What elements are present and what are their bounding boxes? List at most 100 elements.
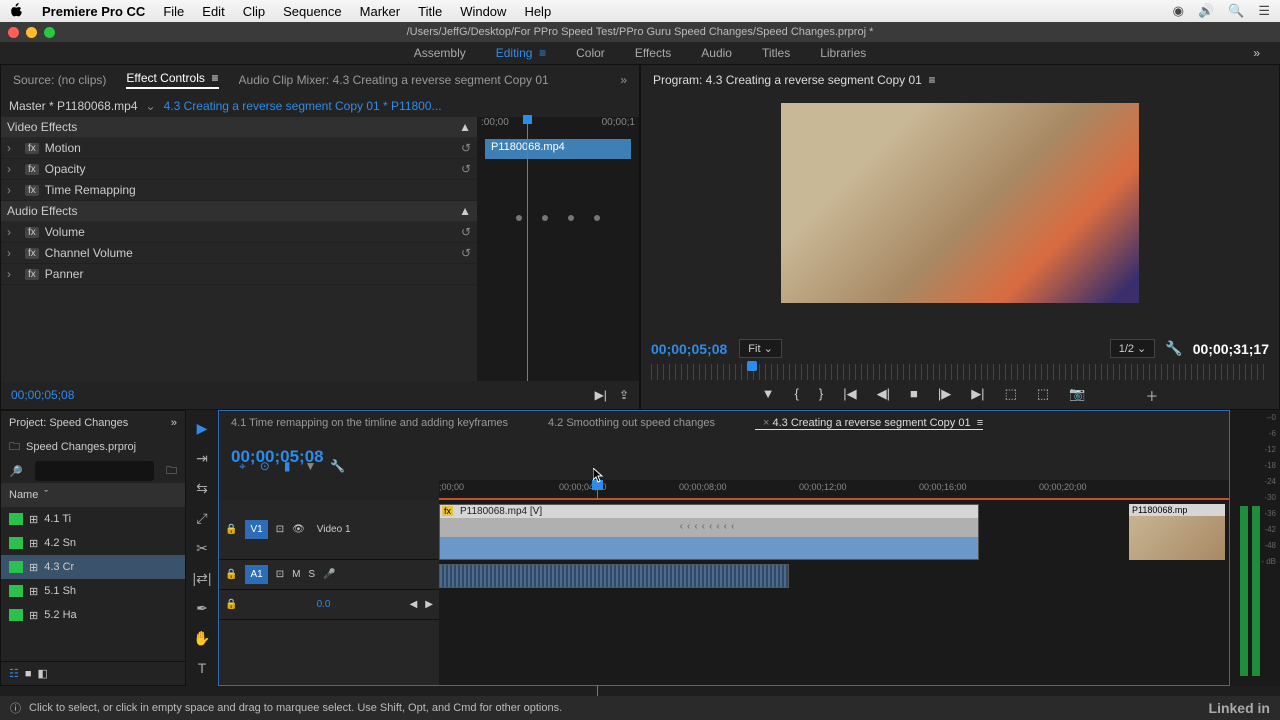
- ws-overflow-icon[interactable]: »: [1253, 46, 1260, 60]
- list-item[interactable]: ⊞4.1 Ti: [1, 507, 185, 531]
- ws-editing[interactable]: Editing ≡: [496, 46, 546, 60]
- menu-edit[interactable]: Edit: [202, 4, 224, 19]
- tab-audio-mixer[interactable]: Audio Clip Mixer: 4.3 Creating a reverse…: [239, 73, 549, 87]
- extract-icon[interactable]: ⬚: [1037, 386, 1049, 405]
- menu-marker[interactable]: Marker: [360, 4, 400, 19]
- settings-icon[interactable]: 🔧: [1165, 340, 1182, 357]
- mark-in-icon[interactable]: ▼: [762, 386, 775, 405]
- track-select-tool[interactable]: ⇥: [192, 448, 212, 468]
- tab-effect-controls[interactable]: Effect Controls ≡: [126, 71, 218, 89]
- toggle-output-icon[interactable]: ⊡: [276, 524, 284, 535]
- project-file[interactable]: Speed Changes.prproj: [26, 441, 136, 453]
- zoom-fit-select[interactable]: Fit ⌄: [739, 339, 782, 358]
- search-icon[interactable]: 🔎: [9, 465, 23, 478]
- reset-icon[interactable]: ↺: [461, 225, 471, 239]
- timeline-ruler[interactable]: ;00;00 00;00;04;00 00;00;08;00 00;00;12;…: [439, 480, 1229, 500]
- voice-over-icon[interactable]: 🎤: [323, 569, 335, 580]
- notification-icon[interactable]: ☰: [1258, 3, 1270, 19]
- lock-icon[interactable]: 🔒: [225, 569, 237, 580]
- time-remap-band[interactable]: [440, 537, 978, 559]
- linked-selection-icon[interactable]: ⊙: [260, 459, 270, 474]
- rate-stretch-tool[interactable]: ⤢: [192, 508, 212, 528]
- dropdown-icon[interactable]: ⌄: [146, 99, 156, 113]
- sort-icon[interactable]: ˇ: [44, 489, 48, 501]
- video-effects-header[interactable]: Video Effects▲: [1, 117, 477, 138]
- play-only-icon[interactable]: ▶|: [595, 388, 607, 402]
- ws-assembly[interactable]: Assembly: [414, 46, 466, 60]
- eye-icon[interactable]: 👁: [292, 524, 305, 535]
- track-master-header[interactable]: 🔒 0.0 ◀ ▶: [219, 590, 439, 620]
- program-scrubber[interactable]: [651, 364, 1269, 380]
- menu-window[interactable]: Window: [460, 4, 506, 19]
- timeline-tracks-area[interactable]: fx P1180068.mp4 [V] ‹‹‹‹‹‹‹‹ P1180068.mp: [439, 500, 1229, 685]
- audio-clip[interactable]: [439, 564, 789, 588]
- export-frame-icon[interactable]: 📷: [1069, 386, 1085, 405]
- project-title[interactable]: Project: Speed Changes: [9, 417, 128, 429]
- video-clip[interactable]: fx P1180068.mp4 [V] ‹‹‹‹‹‹‹‹: [439, 504, 979, 560]
- go-in-icon[interactable]: |◀: [843, 386, 856, 405]
- a1-target[interactable]: A1: [245, 565, 267, 584]
- apple-icon[interactable]: [10, 3, 24, 20]
- menu-sequence[interactable]: Sequence: [283, 4, 342, 19]
- fx-channel-volume[interactable]: ›fxChannel Volume↺: [1, 243, 477, 264]
- razor-tool[interactable]: ✂: [192, 538, 212, 558]
- ec-master-label[interactable]: Master * P1180068.mp4: [9, 99, 138, 113]
- resolution-select[interactable]: 1/2 ⌄: [1110, 339, 1156, 358]
- icon-view-icon[interactable]: ■: [25, 668, 32, 680]
- lock-icon[interactable]: 🔒: [225, 599, 237, 610]
- snap-icon[interactable]: ⌖: [239, 459, 246, 474]
- fx-time-remapping[interactable]: ›fxTime Remapping: [1, 180, 477, 201]
- play-button[interactable]: ■: [910, 386, 918, 405]
- go-out-icon[interactable]: ▶|: [971, 386, 984, 405]
- audio-effects-header[interactable]: Audio Effects▲: [1, 201, 477, 222]
- keyframe-dots[interactable]: [477, 215, 639, 221]
- list-item[interactable]: ⊞4.2 Sn: [1, 531, 185, 555]
- spotlight-icon[interactable]: 🔍: [1228, 3, 1244, 19]
- lift-icon[interactable]: ⬚: [1005, 386, 1017, 405]
- ec-playhead[interactable]: [527, 119, 528, 381]
- ws-libraries[interactable]: Libraries: [820, 46, 866, 60]
- step-fwd-icon[interactable]: |▶: [938, 386, 951, 405]
- name-column[interactable]: Name: [9, 489, 38, 501]
- seq-tab[interactable]: 4.1 Time remapping on the timline and ad…: [231, 417, 508, 429]
- toggle-output-icon[interactable]: ⊡: [276, 569, 284, 580]
- collapse-icon[interactable]: ▲: [459, 204, 471, 218]
- pen-tool[interactable]: ✒: [192, 598, 212, 618]
- collapse-icon[interactable]: ▲: [459, 120, 471, 134]
- fx-opacity[interactable]: ›fxOpacity↺: [1, 159, 477, 180]
- marker-icon[interactable]: ▮: [284, 459, 291, 474]
- program-viewport[interactable]: [641, 95, 1279, 335]
- fx-badge[interactable]: fx: [442, 506, 453, 516]
- ws-effects[interactable]: Effects: [635, 46, 671, 60]
- list-item[interactable]: ⊞4.3 Cr: [1, 555, 185, 579]
- ec-clip-bar[interactable]: P1180068.mp4: [485, 139, 631, 159]
- volume-icon[interactable]: 🔊: [1198, 3, 1214, 19]
- ws-color[interactable]: Color: [576, 46, 605, 60]
- add-button-icon[interactable]: ＋: [1145, 386, 1158, 405]
- menu-file[interactable]: File: [163, 4, 184, 19]
- export-icon[interactable]: ⇪: [619, 388, 629, 402]
- fx-panner[interactable]: ›fxPanner: [1, 264, 477, 285]
- type-tool[interactable]: T: [192, 658, 212, 678]
- mute-button[interactable]: M: [292, 569, 300, 580]
- program-playhead[interactable]: [747, 361, 757, 371]
- mark-in-button[interactable]: {: [795, 386, 799, 405]
- seq-tab[interactable]: 4.2 Smoothing out speed changes: [548, 417, 715, 429]
- v1-target[interactable]: V1: [245, 520, 267, 539]
- close-icon[interactable]: ×: [763, 417, 769, 429]
- app-name[interactable]: Premiere Pro CC: [42, 4, 145, 19]
- reset-icon[interactable]: ↺: [461, 162, 471, 176]
- mark-out-button[interactable]: }: [819, 386, 823, 405]
- tab-source[interactable]: Source: (no clips): [13, 73, 106, 87]
- tl-marker-icon[interactable]: ▼: [304, 459, 316, 474]
- menu-clip[interactable]: Clip: [243, 4, 265, 19]
- slip-tool[interactable]: |⇄|: [192, 568, 212, 588]
- seq-tab-active[interactable]: × 4.3 Creating a reverse segment Copy 01…: [755, 417, 983, 430]
- list-item[interactable]: ⊞5.1 Sh: [1, 579, 185, 603]
- reset-icon[interactable]: ↺: [461, 246, 471, 260]
- selection-tool[interactable]: ▶: [192, 418, 212, 438]
- reset-icon[interactable]: ↺: [461, 141, 471, 155]
- ws-audio[interactable]: Audio: [701, 46, 732, 60]
- menu-title[interactable]: Title: [418, 4, 442, 19]
- cc-sync-icon[interactable]: ◉: [1173, 3, 1184, 19]
